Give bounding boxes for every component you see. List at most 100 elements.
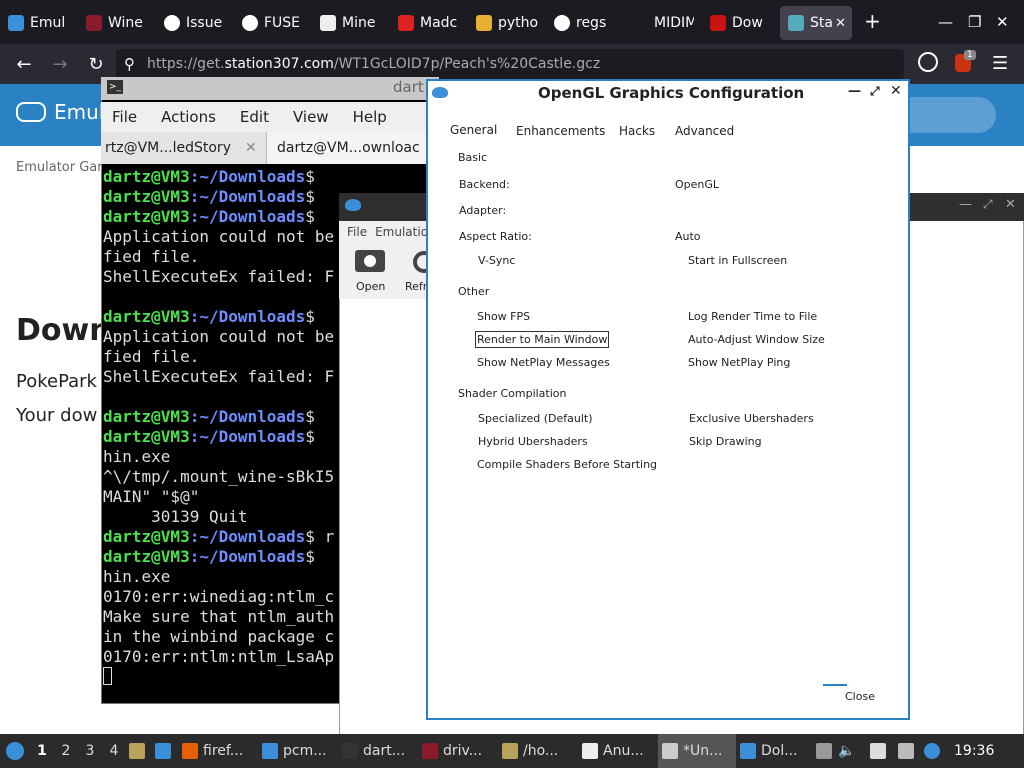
close-icon[interactable]: ✕ xyxy=(996,13,1009,31)
terminal-menu-item[interactable]: Help xyxy=(353,108,387,126)
taskbar-item[interactable]: /ho... xyxy=(498,734,578,768)
taskbar-item[interactable]: *Un... xyxy=(658,734,736,768)
workspace-button[interactable]: 1 xyxy=(30,734,54,768)
vsync-checkbox[interactable]: V-Sync xyxy=(478,254,515,267)
terminal-menu-item[interactable]: Edit xyxy=(240,108,269,126)
prompt-dir: :~/Downloads xyxy=(189,407,306,426)
backend-select[interactable]: OpenGL xyxy=(675,178,719,191)
netplay-messages-checkbox[interactable]: Show NetPlay Messages xyxy=(477,356,610,369)
breadcrumb[interactable]: Emulator Gar xyxy=(16,160,103,175)
minimize-icon[interactable]: — xyxy=(938,13,953,31)
workspace-button[interactable]: 4 xyxy=(102,734,126,768)
network-icon[interactable] xyxy=(898,734,924,768)
ghost-icon xyxy=(582,743,598,759)
terminal-tab[interactable]: rtz@VM...ledStory ✕ xyxy=(101,132,267,164)
taskbar-item[interactable]: firef... xyxy=(178,734,258,768)
show-fps-checkbox[interactable]: Show FPS xyxy=(477,310,530,323)
start-menu-icon[interactable] xyxy=(0,734,30,768)
taskbar-item[interactable]: pcm... xyxy=(258,734,338,768)
browser-tab[interactable]: MIDIMAF xyxy=(624,6,702,40)
google-icon xyxy=(554,15,570,31)
close-icon[interactable]: ✕ xyxy=(1005,197,1016,212)
forward-arrow-icon[interactable]: → xyxy=(42,54,78,75)
terminal-menu-item[interactable]: Actions xyxy=(161,108,216,126)
clipboard-icon[interactable] xyxy=(870,734,898,768)
browser-tab[interactable]: Mine xyxy=(312,6,390,40)
minimize-icon[interactable]: — xyxy=(848,84,861,99)
fullscreen-checkbox[interactable]: Start in Fullscreen xyxy=(688,254,787,267)
url-path: /WT1GcLOID7p/Peach's%20Castle.gcz xyxy=(333,56,601,72)
netplay-ping-checkbox[interactable]: Show NetPlay Ping xyxy=(688,356,790,369)
dolphin-menu-item[interactable]: File xyxy=(347,225,367,239)
taskbar-item[interactable]: Dol... xyxy=(736,734,816,768)
taskbar-item[interactable]: driv... xyxy=(418,734,498,768)
tab-close-icon[interactable]: ✕ xyxy=(245,140,257,156)
minimize-icon[interactable]: — xyxy=(959,197,972,212)
terminal-tab[interactable]: dartz@VM...ownloac xyxy=(267,132,439,164)
browser-tab[interactable]: Dow xyxy=(702,6,780,40)
wine-icon xyxy=(422,743,438,759)
files-icon[interactable] xyxy=(126,734,152,768)
wine-icon xyxy=(86,15,102,31)
exclusive-ubershaders-radio[interactable]: Exclusive Ubershaders xyxy=(689,412,814,425)
python-icon xyxy=(476,15,492,31)
sync-icon[interactable] xyxy=(918,52,938,72)
maximize-icon[interactable]: ❐ xyxy=(968,13,981,31)
close-button[interactable]: Close xyxy=(845,690,875,703)
browser-tab[interactable]: Wine 64 xyxy=(78,6,156,40)
taskbar-item[interactable]: Anu... xyxy=(578,734,658,768)
workspace-button[interactable]: 3 xyxy=(78,734,102,768)
workspace-button[interactable]: 2 xyxy=(54,734,78,768)
terminal-menu-item[interactable]: File xyxy=(112,108,137,126)
dialog-titlebar[interactable]: OpenGL Graphics Configuration — ⤢ ✕ xyxy=(428,81,908,107)
tab-enhancements[interactable]: Enhancements xyxy=(516,124,605,138)
maximize-icon[interactable]: ⤢ xyxy=(983,197,993,212)
browser-tab[interactable]: Sta ✕ xyxy=(780,6,852,40)
prompt-rest: $ xyxy=(305,427,325,446)
browser-tab[interactable]: Madc xyxy=(390,6,468,40)
reload-icon[interactable]: ↻ xyxy=(78,54,114,75)
madcatz-icon xyxy=(398,15,414,31)
hybrid-ubershaders-radio[interactable]: Hybrid Ubershaders xyxy=(478,435,588,448)
auto-adjust-checkbox[interactable]: Auto-Adjust Window Size xyxy=(688,333,825,346)
terminal-titlebar[interactable]: >_ dart xyxy=(101,77,439,100)
open-icon[interactable] xyxy=(355,250,385,272)
browser-tab[interactable]: FUSE xyxy=(234,6,312,40)
notes-icon[interactable] xyxy=(816,734,838,768)
tab-advanced[interactable]: Advanced xyxy=(675,124,734,138)
skip-drawing-radio[interactable]: Skip Drawing xyxy=(689,435,762,448)
browser-tab-label: Dow xyxy=(732,15,763,31)
url-bar[interactable]: ⚲ https://get. station307.com/WT1GcLOID7p… xyxy=(116,49,904,79)
tab-hacks[interactable]: Hacks xyxy=(619,124,655,138)
menu-icon[interactable]: ☰ xyxy=(992,53,1008,74)
specialized-radio[interactable]: Specialized (Default) xyxy=(478,412,593,425)
browser-tab[interactable]: Emul xyxy=(0,6,78,40)
tab-close-icon[interactable]: ✕ xyxy=(835,16,846,31)
close-icon[interactable]: ✕ xyxy=(890,83,902,99)
browser-tab[interactable]: regs xyxy=(546,6,624,40)
aspect-ratio-select[interactable]: Auto xyxy=(675,230,701,243)
site-logo[interactable]: Emul xyxy=(16,100,104,124)
browser-tab-label: Emul xyxy=(30,15,66,31)
taskbar-item[interactable]: dart... xyxy=(338,734,418,768)
new-tab-button[interactable]: + xyxy=(864,9,881,33)
tab-general[interactable]: General xyxy=(450,123,497,137)
bluetooth-icon[interactable] xyxy=(924,734,946,768)
dialog-title: OpenGL Graphics Configuration xyxy=(538,84,805,102)
browser-tab[interactable]: Issue xyxy=(156,6,234,40)
maximize-icon[interactable]: ⤢ xyxy=(870,84,880,99)
dolphin-icon xyxy=(345,199,361,211)
desktop-icon[interactable] xyxy=(152,734,178,768)
back-arrow-icon[interactable]: ← xyxy=(6,54,42,75)
dolphin-menu-item[interactable]: Emulatio xyxy=(375,225,428,239)
adapter-label: Adapter: xyxy=(459,204,507,217)
browser-tab[interactable]: pytho xyxy=(468,6,546,40)
open-button[interactable]: Open xyxy=(356,280,385,293)
prompt-user: dartz@VM3 xyxy=(103,307,190,326)
browser-tab-label: Madc xyxy=(420,15,458,31)
render-main-window-checkbox[interactable]: Render to Main Window xyxy=(474,331,610,348)
log-render-checkbox[interactable]: Log Render Time to File xyxy=(688,310,817,323)
terminal-menu-item[interactable]: View xyxy=(293,108,329,126)
volume-icon[interactable]: 🔈 xyxy=(838,734,862,768)
compile-before-checkbox[interactable]: Compile Shaders Before Starting xyxy=(477,458,657,471)
